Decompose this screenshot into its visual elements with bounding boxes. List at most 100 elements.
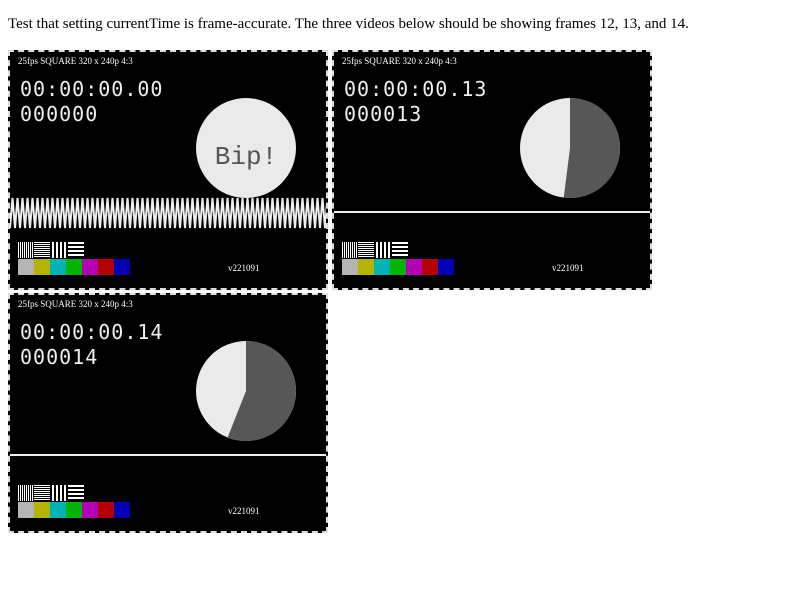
pattern-line — [358, 246, 374, 247]
pattern-line — [376, 242, 378, 258]
version-label: v221091 — [228, 506, 260, 516]
pattern-line — [358, 256, 374, 257]
pattern-line — [52, 242, 54, 258]
pattern-line — [24, 242, 25, 258]
pattern-line — [358, 250, 374, 251]
pattern-line — [34, 497, 50, 498]
pattern-line — [34, 256, 50, 257]
color-bar — [390, 259, 406, 275]
color-bars — [18, 259, 130, 275]
pattern-line — [64, 242, 66, 258]
version-label: v221091 — [552, 263, 584, 273]
pattern-line — [392, 246, 408, 248]
pattern-line — [358, 242, 374, 243]
color-bar — [66, 259, 82, 275]
pattern-line — [344, 242, 345, 258]
pattern-line — [28, 242, 29, 258]
pattern-line — [68, 489, 84, 491]
pattern-line — [30, 242, 31, 258]
pattern-line — [52, 485, 54, 501]
pattern-line — [354, 242, 355, 258]
pattern-line — [68, 254, 84, 256]
video-header: 25fps SQUARE 320 x 240p 4:3 — [18, 299, 133, 309]
pattern-line — [18, 242, 19, 258]
pattern-line — [34, 491, 50, 492]
color-bar — [98, 502, 114, 518]
pattern-line — [56, 242, 58, 258]
pattern-line — [22, 242, 23, 258]
color-bars — [342, 259, 454, 275]
pattern-line — [34, 248, 50, 249]
pattern-line — [34, 493, 50, 494]
pattern-line — [64, 485, 66, 501]
video-header: 25fps SQUARE 320 x 240p 4:3 — [342, 56, 457, 66]
pattern-line — [32, 242, 33, 258]
video-frame-12[interactable]: 25fps SQUARE 320 x 240p 4:3 00:00:00.00 0… — [8, 50, 328, 290]
video-frame-13[interactable]: 25fps SQUARE 320 x 240p 4:3 00:00:00.13 0… — [332, 50, 652, 290]
pattern-line — [34, 250, 50, 251]
pattern-line — [358, 248, 374, 249]
resolution-pattern — [18, 242, 84, 258]
color-bar — [34, 502, 50, 518]
color-bar — [18, 259, 34, 275]
pattern-line — [34, 252, 50, 253]
pattern-line — [358, 252, 374, 253]
divider-line — [10, 454, 326, 456]
pattern-line — [68, 250, 84, 252]
pattern-line — [34, 242, 50, 243]
pattern-line — [30, 485, 31, 501]
pattern-line — [68, 246, 84, 248]
pattern-line — [24, 485, 25, 501]
video-frame-14[interactable]: 25fps SQUARE 320 x 240p 4:3 00:00:00.14 0… — [8, 293, 328, 533]
color-bar — [358, 259, 374, 275]
color-bar — [50, 502, 66, 518]
resolution-pattern — [342, 242, 408, 258]
pattern-line — [68, 493, 84, 495]
pattern-line — [32, 485, 33, 501]
pattern-line — [34, 254, 50, 255]
color-bar — [374, 259, 390, 275]
pattern-line — [68, 485, 84, 487]
pattern-line — [26, 485, 27, 501]
color-bar — [114, 502, 130, 518]
pattern-line — [350, 242, 351, 258]
pattern-line — [56, 485, 58, 501]
timecode: 00:00:00.14 000014 — [20, 320, 164, 369]
color-bar — [82, 259, 98, 275]
version-label: v221091 — [228, 263, 260, 273]
pattern-line — [68, 497, 84, 499]
frame-pie-indicator — [196, 341, 296, 441]
color-bars — [18, 502, 130, 518]
pattern-line — [68, 242, 84, 244]
color-bar — [98, 259, 114, 275]
pattern-line — [34, 487, 50, 488]
pattern-line — [34, 485, 50, 486]
intro-text: Test that setting currentTime is frame-a… — [8, 16, 689, 32]
timecode: 00:00:00.13 000013 — [344, 77, 488, 126]
pattern-line — [34, 495, 50, 496]
pattern-line — [358, 254, 374, 255]
pattern-line — [346, 242, 347, 258]
color-bar — [342, 259, 358, 275]
waveform-trace — [10, 197, 326, 229]
pattern-line — [352, 242, 353, 258]
color-bar — [422, 259, 438, 275]
pattern-line — [28, 485, 29, 501]
pattern-line — [60, 242, 62, 258]
color-bar — [34, 259, 50, 275]
pattern-line — [392, 254, 408, 256]
pattern-line — [60, 485, 62, 501]
pattern-line — [26, 242, 27, 258]
pattern-line — [18, 485, 19, 501]
color-bar — [66, 502, 82, 518]
pattern-line — [20, 485, 21, 501]
color-bar — [114, 259, 130, 275]
color-bar — [18, 502, 34, 518]
pattern-line — [392, 250, 408, 252]
pattern-line — [34, 489, 50, 490]
pattern-line — [22, 485, 23, 501]
pie-elapsed — [563, 98, 620, 198]
pattern-line — [342, 242, 343, 258]
pattern-line — [380, 242, 382, 258]
color-bar — [406, 259, 422, 275]
